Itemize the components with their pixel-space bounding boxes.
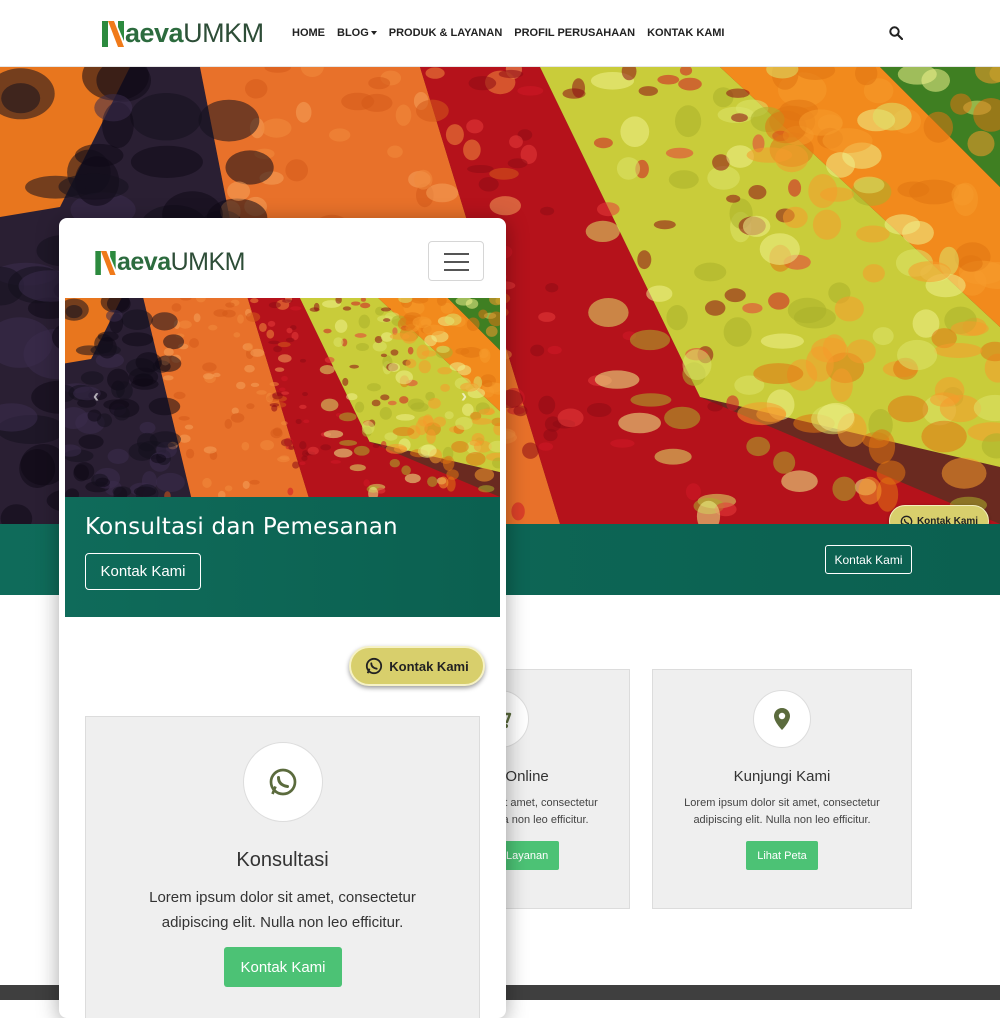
map-marker-icon — [773, 707, 791, 731]
whatsapp-icon — [900, 515, 913, 525]
lihat-peta-button[interactable]: Lihat Peta — [746, 841, 818, 870]
hamburger-line — [444, 269, 469, 271]
card-icon-circle — [753, 690, 811, 748]
search-icon[interactable] — [889, 26, 903, 40]
banner-contact-button[interactable]: Kontak Kami — [85, 553, 201, 590]
service-card-konsultasi: Konsultasi Lorem ipsum dolor sit amet, c… — [85, 716, 480, 1018]
card-text: Lorem ipsum dolor sit amet, consectetur … — [126, 885, 439, 935]
nav-kontak-kami[interactable]: KONTAK KAMI — [647, 27, 724, 39]
hamburger-icon[interactable] — [428, 241, 484, 281]
nav-produk-layanan[interactable]: PRODUK & LAYANAN — [389, 27, 502, 39]
logo-word: aeva — [125, 18, 183, 49]
whatsapp-button-label: Kontak Kami — [917, 516, 978, 525]
hamburger-line — [444, 261, 469, 263]
logo-mark-icon — [95, 251, 116, 275]
mobile-whatsapp-float-button[interactable]: Kontak Kami — [349, 646, 485, 686]
mobile-brand-logo[interactable]: aeva UMKM — [95, 248, 245, 277]
nav-blog[interactable]: BLOG — [337, 27, 377, 39]
whatsapp-icon — [365, 657, 383, 675]
carousel-prev-icon[interactable]: ‹ — [93, 386, 99, 407]
whatsapp-button-label: Kontak Kami — [389, 659, 468, 674]
logo-suffix: UMKM — [171, 248, 245, 277]
band-contact-button[interactable]: Kontak Kami — [825, 545, 912, 574]
nav-home[interactable]: HOME — [292, 27, 325, 39]
nav-profil-perusahaan[interactable]: PROFIL PERUSAHAAN — [514, 27, 635, 39]
konsultasi-contact-button[interactable]: Kontak Kami — [224, 947, 342, 987]
logo-suffix: UMKM — [183, 18, 264, 49]
hamburger-line — [444, 253, 469, 255]
chevron-down-icon — [371, 31, 377, 35]
mobile-cta-banner: Konsultasi dan Pemesanan Kontak Kami — [65, 497, 500, 617]
carousel-next-icon[interactable]: › — [461, 386, 467, 407]
service-card-kunjungi: Kunjungi Kami Lorem ipsum dolor sit amet… — [652, 669, 912, 909]
mobile-hero-image: ‹ › — [65, 298, 500, 497]
card-title: Konsultasi — [86, 849, 479, 872]
brand-logo[interactable]: aeva UMKM — [102, 18, 264, 49]
mobile-preview: aeva UMKM ‹ › Konsultasi dan Pemesanan K… — [59, 218, 506, 1018]
logo-word: aeva — [117, 248, 171, 277]
whatsapp-float-button[interactable]: Kontak Kami — [889, 505, 989, 524]
card-icon-circle — [243, 742, 323, 822]
site-header: aeva UMKM HOME BLOG PRODUK & LAYANAN PRO… — [0, 0, 1000, 67]
banner-title: Konsultasi dan Pemesanan — [85, 514, 398, 540]
whatsapp-icon — [268, 767, 298, 797]
card-text: Lorem ipsum dolor sit amet, consectetur … — [678, 795, 886, 829]
main-nav: HOME BLOG PRODUK & LAYANAN PROFIL PERUSA… — [292, 27, 724, 39]
card-title: Kunjungi Kami — [653, 768, 911, 785]
logo-mark-icon — [102, 21, 124, 47]
nav-blog-label: BLOG — [337, 27, 369, 39]
